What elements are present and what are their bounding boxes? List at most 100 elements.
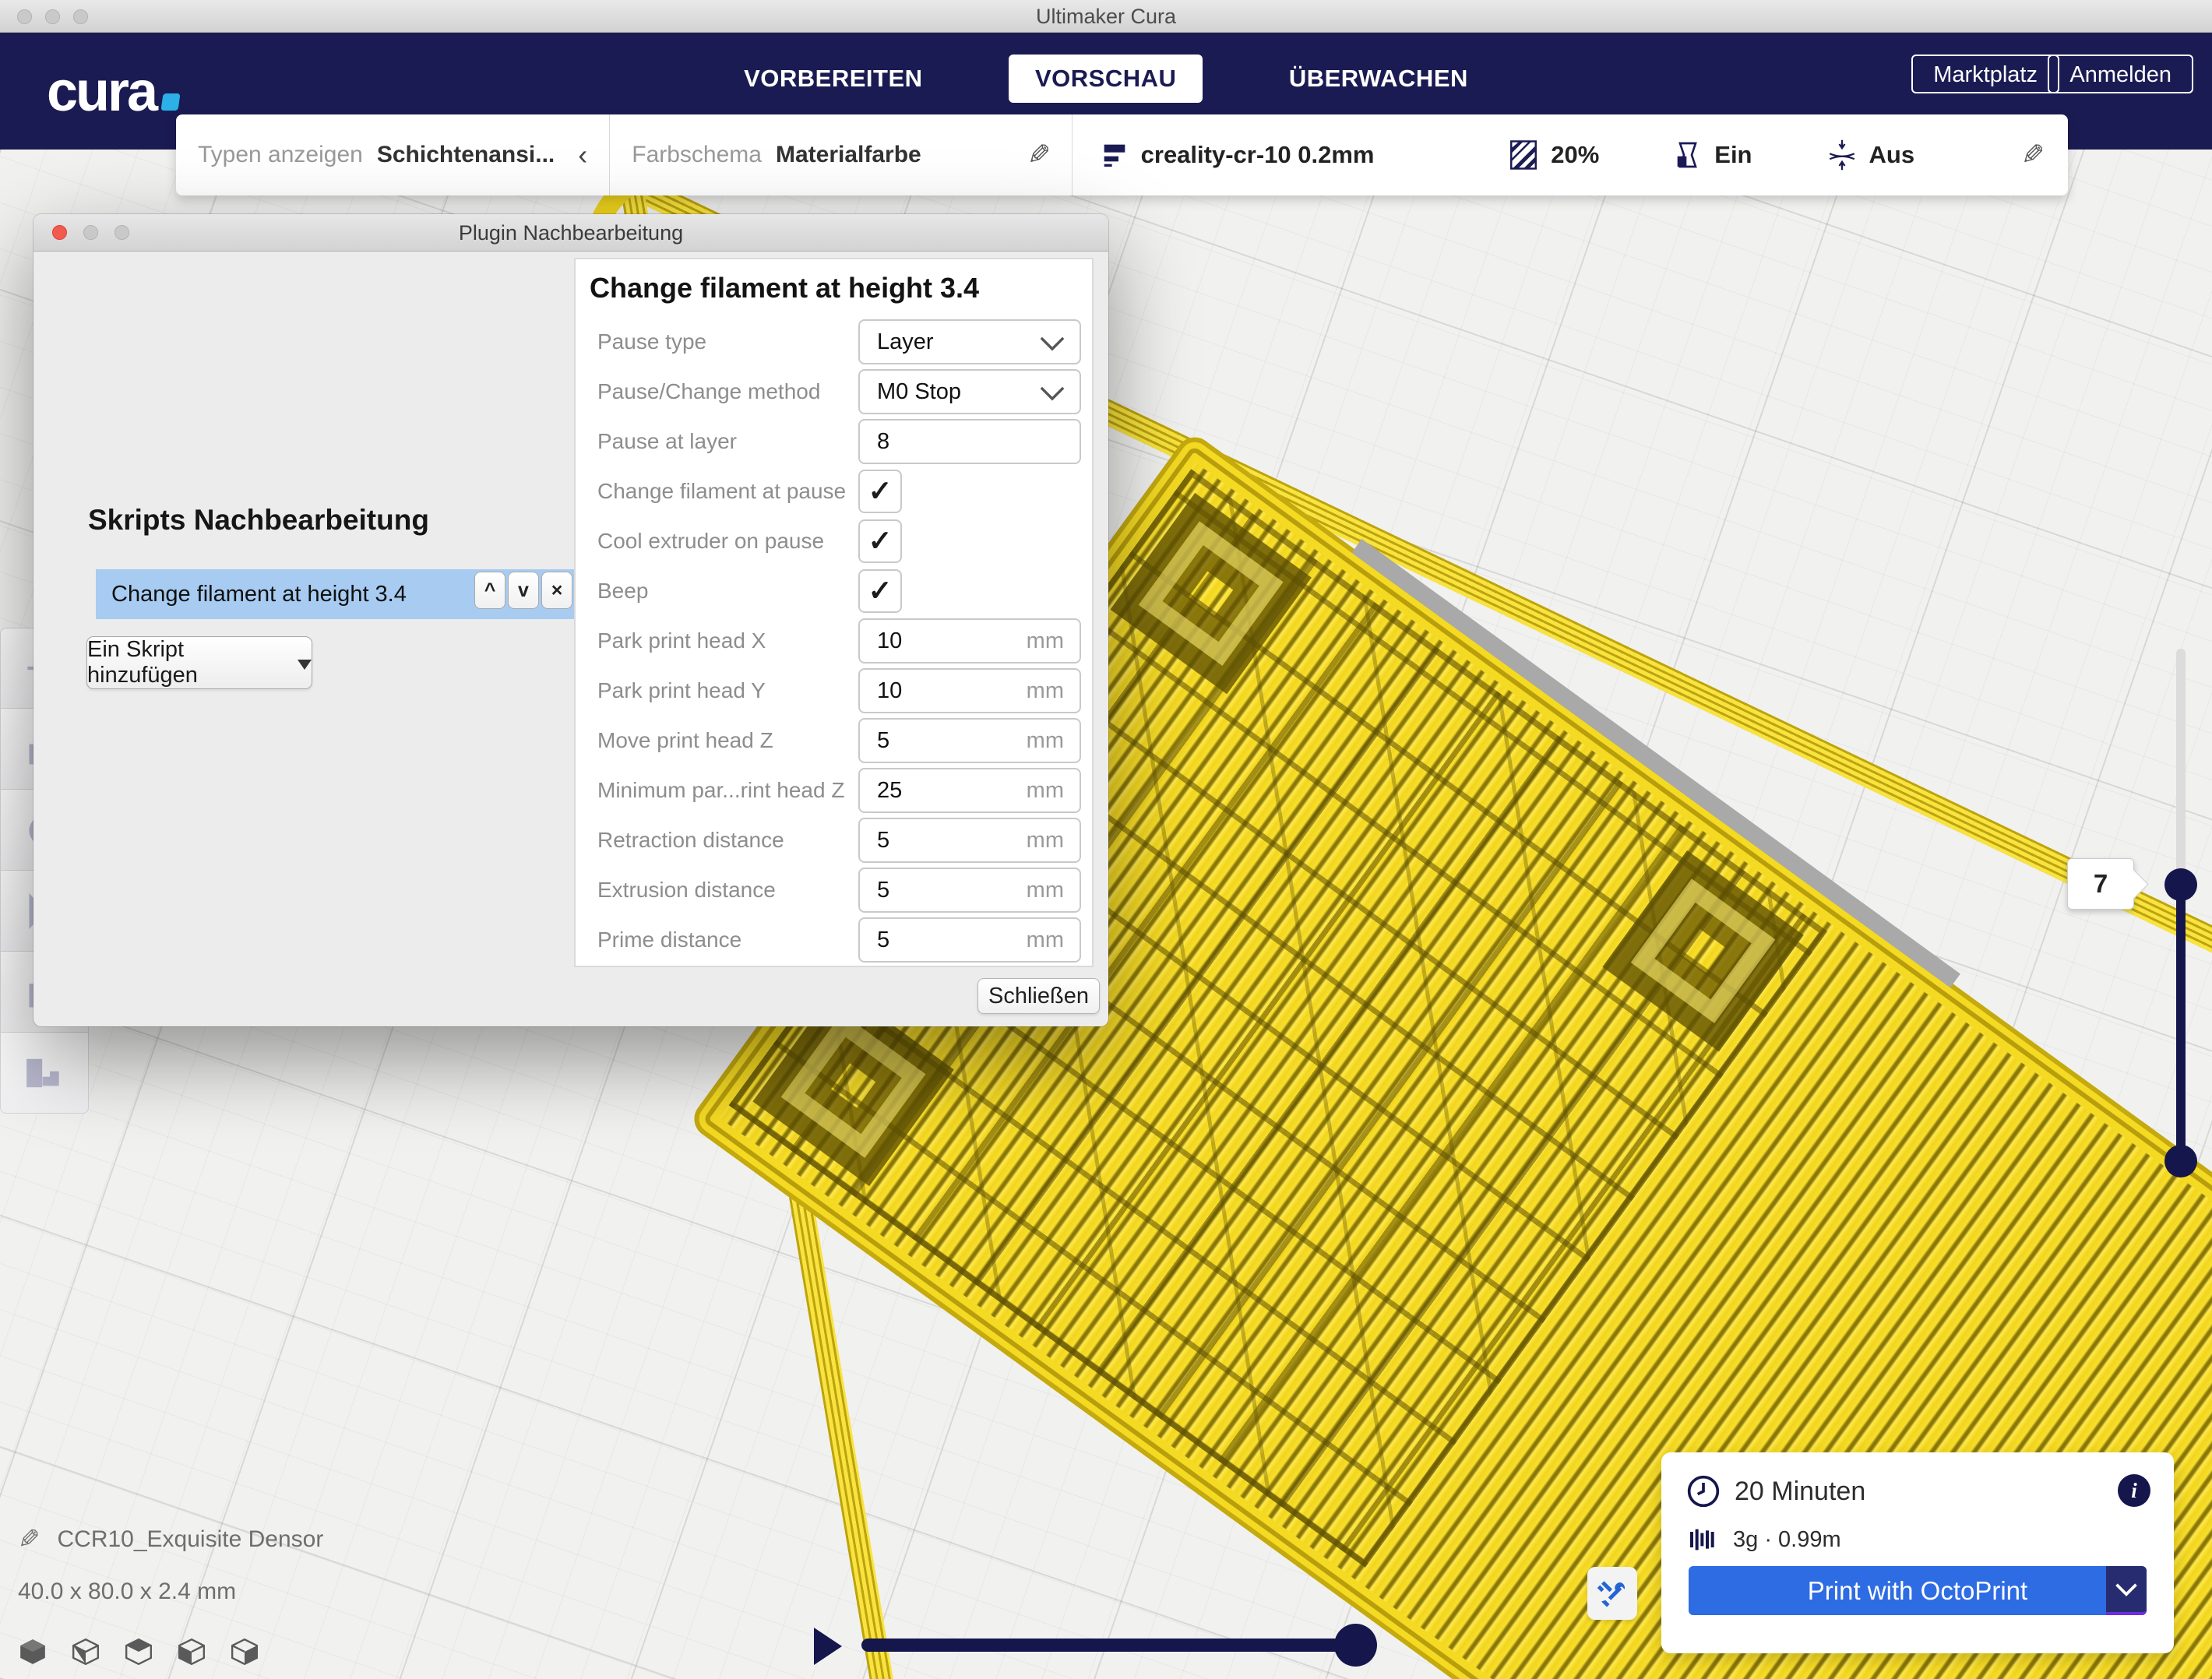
move-script-up-button[interactable]: ^ [474,572,505,609]
view-top-icon[interactable] [124,1638,153,1666]
field-row: Extrusion distance 5mm [576,868,1092,913]
view-3d-icon[interactable] [18,1638,48,1666]
print-output-dropdown[interactable] [2106,1566,2147,1615]
layer-slider-lower-handle[interactable] [2164,1145,2197,1177]
material-usage-icon [1688,1524,1719,1555]
field-select[interactable]: M0 Stop [858,369,1081,414]
field-label: Minimum par...rint head Z [597,768,844,813]
toolbar-divider [1072,114,1073,195]
dialog-zoom-button[interactable] [114,225,129,240]
scripts-heading: Skripts Nachbearbeitung [88,504,429,537]
field-select[interactable]: Layer [858,319,1081,364]
print-time-estimate: 20 Minuten [1735,1477,1865,1507]
view-options-toolbar: Typen anzeigen Schichtenansi... ‹ Farbsc… [176,114,2068,195]
layer-slider-range[interactable] [2176,885,2186,1163]
print-with-octoprint-button[interactable]: Print with OctoPrint [1689,1566,2147,1615]
remove-script-button[interactable]: × [541,572,572,609]
qr-finder-square [1110,493,1311,694]
layer-slider-upper-handle[interactable] [2164,868,2197,901]
chevron-down-icon [1039,385,1065,402]
tab-ueberwachen[interactable]: ÜBERWACHEN [1263,55,1495,103]
info-icon[interactable]: i [2118,1474,2150,1507]
field-input[interactable]: 25mm [858,768,1081,813]
field-input[interactable]: 8 [858,419,1081,464]
dialog-titlebar: Plugin Nachbearbeitung [33,214,1108,252]
material-estimate: 3g · 0.99m [1733,1527,1841,1553]
field-row: Cool extruder on pause ✓ [576,519,1092,564]
field-value: M0 Stop [877,379,961,404]
field-input[interactable]: 10mm [858,668,1081,713]
printer-profile-icon [1099,139,1130,171]
support-blocker-button[interactable] [0,1033,89,1114]
field-input[interactable]: 5mm [858,868,1081,913]
play-button[interactable] [814,1628,842,1665]
dropdown-triangle-icon [298,660,312,670]
chevron-down-icon [2115,1582,2138,1597]
field-unit: mm [1027,819,1064,861]
cura-app-window: 7 ✎ CCR10_Exquisite Densor 40.0 x 80.0 x… [0,0,2212,1679]
edit-view-settings-icon[interactable]: ✎ [1027,139,1051,171]
field-unit: mm [1027,620,1064,662]
field-label: Cool extruder on pause [597,519,824,564]
script-settings-heading: Change filament at height 3.4 [590,272,979,304]
add-script-dropdown[interactable]: Ein Skript hinzufügen [86,636,312,689]
field-checkbox[interactable]: ✓ [858,519,902,563]
window-title: Ultimaker Cura [0,0,2212,33]
view-left-icon[interactable] [177,1638,206,1666]
field-row: Beep✓ [576,568,1092,614]
path-slider-handle[interactable] [1334,1624,1377,1667]
signin-button[interactable]: Anmelden [2048,55,2193,93]
field-value: 5 [877,728,889,753]
field-value: 5 [877,927,889,952]
field-row: Minimum par...rint head Z 25mm [576,768,1092,813]
field-label: Retraction distance [597,818,784,863]
dialog-close-button[interactable] [52,225,67,240]
field-checkbox[interactable]: ✓ [858,569,902,613]
current-layer-value: 7 [2094,869,2108,898]
field-row: Retraction distance 5mm [576,818,1092,863]
field-row: Pause/Change method M0 Stop [576,369,1092,414]
field-input[interactable]: 5mm [858,818,1081,863]
print-settings-button[interactable] [1587,1567,1637,1620]
field-input[interactable]: 5 mm [858,718,1081,763]
tab-vorschau[interactable]: VORSCHAU [1009,55,1203,103]
hammer-wrench-icon [1596,1577,1629,1610]
field-input[interactable]: 5mm [858,917,1081,963]
field-unit: mm [1027,720,1064,762]
field-value: 10 [877,628,902,653]
chevron-down-icon [1039,335,1065,352]
close-dialog-button[interactable]: Schließen [977,978,1100,1014]
field-label: Extrusion distance [597,868,776,913]
field-label: Pause at layer [597,419,737,464]
path-slider-track[interactable] [861,1639,1355,1652]
collapse-chevron-icon[interactable]: ‹ [578,139,587,171]
view-right-icon[interactable] [230,1638,259,1666]
field-label: Park print head Y [597,668,766,713]
marketplace-button[interactable]: Marktplatz [1911,55,2059,93]
rename-model-icon[interactable]: ✎ [18,1524,41,1555]
field-label: Pause type [597,319,706,364]
field-checkbox[interactable]: ✓ [858,470,902,513]
printer-profile-value[interactable]: creality-cr-10 0.2mm [1141,141,1375,169]
print-estimate-panel: 20 Minuten i 3g · 0.99m Print with OctoP… [1661,1452,2174,1653]
view-type-value[interactable]: Schichtenansi... [377,142,555,168]
field-label: Pause/Change method [597,369,820,414]
edit-print-settings-icon[interactable]: ✎ [2021,139,2045,171]
color-scheme-value[interactable]: Materialfarbe [776,142,921,168]
field-row: Park print head Y 10mm [576,668,1092,713]
field-unit: mm [1027,670,1064,712]
field-row: Move print head Z 5 mm [576,718,1092,763]
move-script-down-button[interactable]: v [508,572,539,609]
field-label: Move print head Z [597,718,773,763]
field-row: Prime distance5mm [576,917,1092,963]
field-value: Layer [877,329,934,354]
add-script-label: Ein Skript hinzufügen [87,637,290,688]
field-unit: mm [1027,869,1064,911]
dialog-minimize-button[interactable] [83,225,98,240]
adhesion-icon [1826,139,1858,171]
model-name: CCR10_Exquisite Densor [58,1526,324,1553]
view-front-icon[interactable] [71,1638,100,1666]
tab-vorbereiten[interactable]: VORBEREITEN [717,55,949,103]
field-input[interactable]: 10 mm [858,618,1081,664]
field-row: Park print head X10mm [576,618,1092,664]
